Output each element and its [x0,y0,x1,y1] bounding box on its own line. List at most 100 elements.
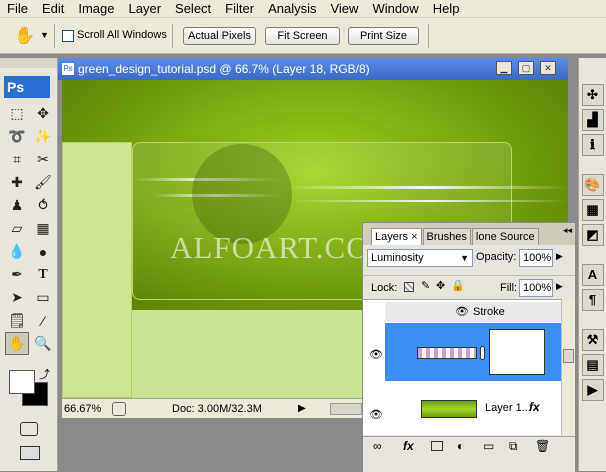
layer-visibility-icon[interactable]: 👁 [369,348,383,361]
gradient-tool-icon[interactable]: ▦ [31,217,55,240]
scroll-all-label: Scroll All Windows [77,29,167,41]
link-layers-icon[interactable]: ∞ [373,439,382,453]
scroll-thumb[interactable] [563,349,574,363]
type-tool-icon[interactable]: T [31,263,55,286]
info-icon[interactable]: ℹ [581,134,604,156]
zoom-tool-icon[interactable]: 🔍 [31,332,55,355]
navigator-icon[interactable]: ✣ [581,84,604,106]
lock-all-icon[interactable]: 🔒 [451,279,465,292]
notes-tool-icon[interactable]: 🗒 [5,309,29,332]
maximize-button[interactable]: ▢ [518,61,534,75]
lock-image-icon[interactable]: ✎ [421,279,430,292]
clone-stamp-tool-icon[interactable]: ♟ [5,194,29,217]
lock-position-icon[interactable]: ✥ [436,279,445,292]
healing-brush-tool-icon[interactable]: ✚ [5,171,29,194]
menu-window[interactable]: Window [365,0,425,18]
path-selection-tool-icon[interactable]: ➤ [5,286,29,309]
layer-list-scrollbar[interactable] [561,299,575,435]
tool-grid: ⬚ ✥ ➰ ✨ ⌗ ✂ ✚ 🖌 ♟ ⥀ ▱ ▦ 💧 ● ✒ T ➤ ▭ 🗒 ⁄ … [5,102,57,355]
histogram-icon[interactable]: ▟ [581,109,604,131]
styles-icon[interactable]: ◩ [581,224,604,246]
pen-tool-icon[interactable]: ✒ [5,263,29,286]
swap-colors-icon[interactable]: ⤴ [39,366,50,382]
layer-row[interactable]: Layer 1... fx [385,384,561,434]
delete-layer-icon[interactable]: 🗑 [535,439,550,453]
foreground-color-swatch[interactable] [9,370,35,394]
close-button[interactable]: ✕ [540,61,556,75]
magic-wand-tool-icon[interactable]: ✨ [31,125,55,148]
effect-name: Stroke [473,306,505,318]
scroll-all-checkbox[interactable] [62,30,74,42]
screen-mode-icon[interactable] [20,446,40,460]
history-icon[interactable]: ▤ [581,354,604,376]
menu-file[interactable]: File [0,0,35,18]
close-tab-icon[interactable]: × [411,231,417,243]
lock-label: Lock: [371,282,398,294]
layer-mask-thumbnail[interactable] [489,329,545,375]
color-icon[interactable]: 🎨 [581,174,604,196]
add-mask-icon[interactable] [431,441,443,451]
effect-visibility-icon[interactable]: 👁 [455,302,469,322]
add-layer-style-icon[interactable]: fx [403,439,414,453]
minimize-button[interactable]: ▁ [496,61,512,75]
paragraph-icon[interactable]: ¶ [581,289,604,311]
menu-analysis[interactable]: Analysis [261,0,323,18]
eyedropper-tool-icon[interactable]: ⁄ [31,309,55,332]
selected-layer-row[interactable] [385,323,561,381]
lasso-tool-icon[interactable]: ➰ [5,125,29,148]
hand-tool-icon[interactable]: ✋ [5,332,29,355]
eraser-tool-icon[interactable]: ▱ [5,217,29,240]
new-group-icon[interactable]: ▭ [483,439,494,453]
fill-field[interactable]: 100% [519,279,553,297]
actual-pixels-button[interactable]: Actual Pixels [183,27,256,45]
document-title-bar[interactable]: Ps green_design_tutorial.psd @ 66.7% (La… [58,58,568,80]
marquee-tool-icon[interactable]: ⬚ [5,102,29,125]
menu-select[interactable]: Select [168,0,218,18]
crop-tool-icon[interactable]: ⌗ [5,148,29,171]
menu-filter[interactable]: Filter [218,0,261,18]
horizontal-scrollbar[interactable] [330,403,362,415]
shape-tool-icon[interactable]: ▭ [31,286,55,309]
menu-layer[interactable]: Layer [122,0,169,18]
lock-transparency-icon[interactable] [404,282,414,292]
lock-row: Lock: ✎ ✥ 🔒 Fill: 100% ▶ [363,275,575,297]
quick-mask-icon[interactable] [20,422,38,436]
blur-tool-icon[interactable]: 💧 [5,240,29,263]
opacity-field[interactable]: 100% [519,249,553,267]
actions-icon[interactable]: ▶ [581,379,604,401]
panel-menu-icon[interactable]: ◂◂ [563,225,572,236]
toolbox-grip[interactable] [0,58,57,68]
tool-preset-dropdown-icon[interactable]: ▼ [40,30,49,40]
hand-tool-icon[interactable]: ✋ [14,26,35,46]
effect-row[interactable]: 👁 Stroke [385,302,561,322]
layer-visibility-icon[interactable]: 👁 [369,408,383,421]
layer-thumbnail [417,347,477,359]
menu-edit[interactable]: Edit [35,0,71,18]
fill-slider-arrow-icon[interactable]: ▶ [556,281,563,292]
character-icon[interactable]: A [581,264,604,286]
blend-mode-select[interactable]: Luminosity ▼ [367,249,473,267]
tab-brushes[interactable]: Brushes [422,228,471,245]
tab-layers[interactable]: Layers × [371,228,422,245]
menu-image[interactable]: Image [71,0,121,18]
menu-view[interactable]: View [323,0,365,18]
menu-help[interactable]: Help [426,0,467,18]
new-layer-icon[interactable]: ⧉ [509,439,518,454]
zoom-level[interactable]: 66.67% [64,399,101,419]
swatches-icon[interactable]: ▦ [581,199,604,221]
fit-screen-button[interactable]: Fit Screen [265,27,340,45]
dodge-tool-icon[interactable]: ● [31,240,55,263]
tool-presets-icon[interactable]: ⚒ [581,329,604,351]
layer-effects-icon[interactable]: fx [529,400,540,414]
adjustment-layer-icon[interactable]: ◐ [457,439,464,453]
menu-bar: File Edit Image Layer Select Filter Anal… [0,0,606,18]
move-tool-icon[interactable]: ✥ [31,102,55,125]
status-options-icon[interactable] [112,402,126,416]
print-size-button[interactable]: Print Size [348,27,419,45]
history-brush-tool-icon[interactable]: ⥀ [31,194,55,217]
opacity-slider-arrow-icon[interactable]: ▶ [556,251,563,262]
status-menu-arrow-icon[interactable]: ▶ [298,399,306,419]
brush-tool-icon[interactable]: 🖌 [31,171,55,194]
slice-tool-icon[interactable]: ✂ [31,148,55,171]
tab-clone-source[interactable]: lone Source [471,228,539,245]
